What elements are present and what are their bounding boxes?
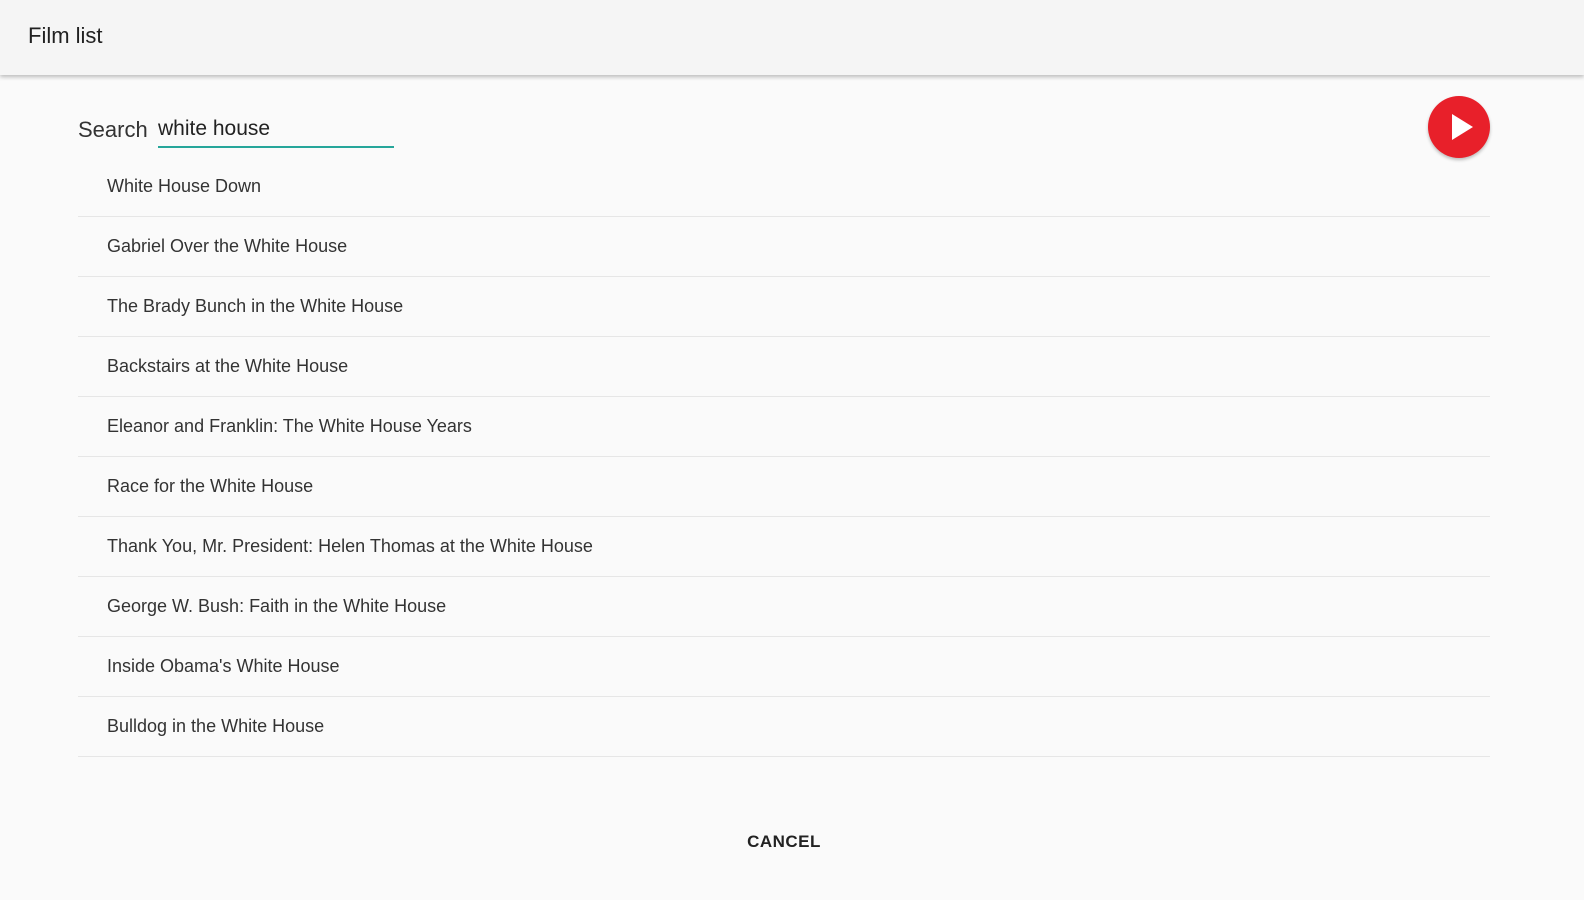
list-item[interactable]: Inside Obama's White House	[78, 637, 1490, 697]
list-item[interactable]: Backstairs at the White House	[78, 337, 1490, 397]
film-title: Bulldog in the White House	[107, 716, 325, 736]
search-label: Search	[78, 117, 148, 142]
list-item[interactable]: The Brady Bunch in the White House	[78, 277, 1490, 337]
list-item[interactable]: Thank You, Mr. President: Helen Thomas a…	[78, 517, 1490, 577]
app-bar: Film list	[0, 0, 1584, 75]
film-title: George W. Bush: Faith in the White House	[107, 596, 447, 616]
play-icon	[1452, 114, 1473, 140]
film-title: The Brady Bunch in the White House	[107, 296, 404, 316]
film-title: White House Down	[107, 176, 262, 196]
film-list: White House Down Gabriel Over the White H…	[78, 157, 1490, 757]
film-title: Inside Obama's White House	[107, 656, 340, 676]
list-item[interactable]: Bulldog in the White House	[78, 697, 1490, 757]
list-item[interactable]: George W. Bush: Faith in the White House	[78, 577, 1490, 637]
film-title: Gabriel Over the White House	[107, 236, 348, 256]
film-title: Thank You, Mr. President: Helen Thomas a…	[107, 536, 593, 556]
film-title: Eleanor and Franklin: The White House Ye…	[107, 416, 472, 436]
list-item[interactable]: Eleanor and Franklin: The White House Ye…	[78, 397, 1490, 457]
list-item[interactable]: White House Down	[78, 157, 1490, 217]
film-title: Backstairs at the White House	[107, 356, 349, 376]
page-title: Film list	[28, 23, 103, 48]
play-button[interactable]	[1428, 96, 1490, 158]
cancel-button[interactable]: CANCEL	[732, 826, 836, 858]
list-item[interactable]: Gabriel Over the White House	[78, 217, 1490, 277]
film-list-screen: Film list Search White House Down Gabriel…	[0, 0, 1584, 900]
search-input[interactable]	[158, 112, 394, 148]
film-title: Race for the White House	[107, 476, 314, 496]
list-item[interactable]: Race for the White House	[78, 457, 1490, 517]
